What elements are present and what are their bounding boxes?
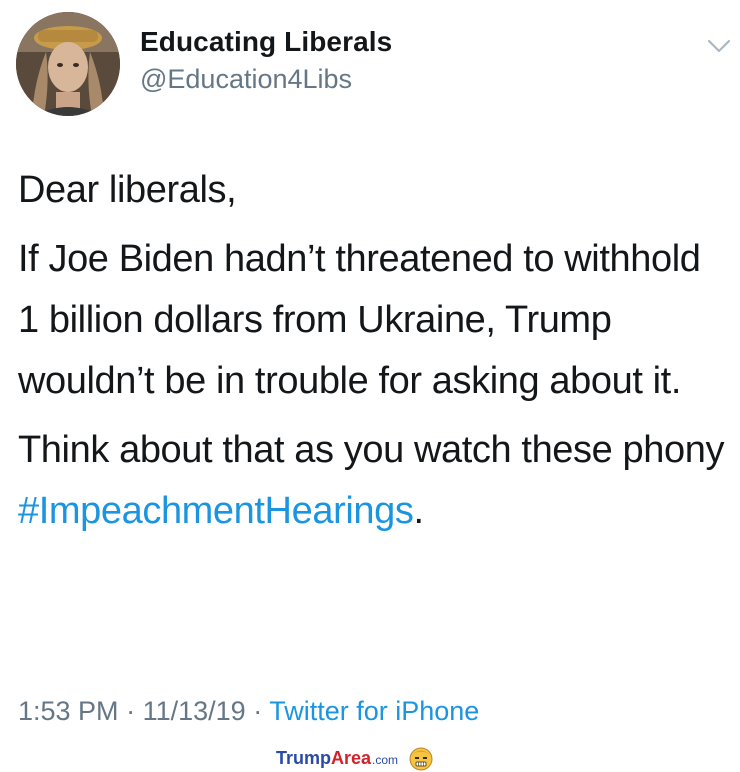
tweet-date[interactable]: 11/13/19 bbox=[143, 696, 246, 726]
chevron-down-icon[interactable] bbox=[706, 36, 732, 56]
trump-face-emoji-logo-icon bbox=[409, 747, 433, 771]
tweet-text: Dear liberals, If Joe Biden hadn’t threa… bbox=[18, 160, 730, 550]
tweet-source-link[interactable]: Twitter for iPhone bbox=[269, 696, 479, 726]
profile-photo-icon bbox=[16, 12, 120, 116]
tweet-greeting: Dear liberals, bbox=[18, 169, 237, 211]
meta-separator: · bbox=[126, 696, 136, 726]
display-name[interactable]: Educating Liberals bbox=[140, 26, 392, 58]
tweet-paragraph-1: If Joe Biden hadn’t threatened to withho… bbox=[18, 238, 701, 402]
avatar[interactable] bbox=[16, 12, 120, 116]
paragraph-2-text: Think about that as you watch these phon… bbox=[18, 429, 725, 471]
hashtag-link[interactable]: #ImpeachmentHearings bbox=[18, 490, 414, 532]
tweet-paragraph-2: Think about that as you watch these phon… bbox=[18, 420, 730, 542]
watermark-brand-1: Trump bbox=[276, 747, 332, 768]
watermark-brand-2: Area bbox=[331, 747, 372, 768]
paragraph-2-end: . bbox=[413, 490, 424, 532]
user-handle[interactable]: @Education4Libs bbox=[140, 64, 352, 95]
tweet-time[interactable]: 1:53 PM bbox=[18, 696, 119, 726]
tweet-metadata: 1:53 PM · 11/13/19 · Twitter for iPhone bbox=[18, 696, 479, 727]
watermark: Trump Area .com bbox=[276, 744, 434, 772]
meta-separator: · bbox=[253, 696, 263, 726]
watermark-suffix: .com bbox=[372, 753, 399, 767]
